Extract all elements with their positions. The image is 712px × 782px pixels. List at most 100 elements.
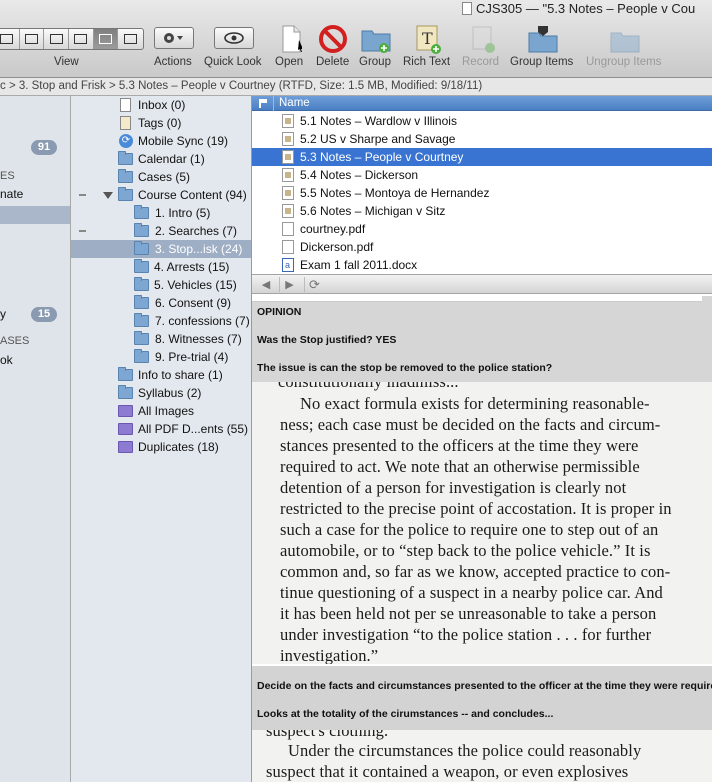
tree-item-label: 3. Stop...isk (24)	[155, 242, 243, 256]
folder-icon	[134, 241, 149, 255]
view-preview-button[interactable]	[118, 29, 143, 49]
rtfd-file-icon	[282, 132, 294, 146]
view-columns-button[interactable]	[44, 29, 70, 49]
tree-item-searches[interactable]: 2. Searches (7)	[71, 222, 251, 240]
sidebar-item[interactable]: nate	[0, 187, 23, 201]
file-row[interactable]: Exam 1 fall 2011.docx	[274, 256, 712, 274]
group-label: Group	[359, 56, 391, 68]
tree-item-duplicates[interactable]: Duplicates (18)	[71, 438, 251, 456]
open-button[interactable]	[271, 24, 311, 54]
tree-item-label: 5. Vehicles (15)	[154, 278, 237, 292]
view-split-button[interactable]	[69, 29, 94, 49]
toolbar: CJS305 — "5.3 Notes – People v Cou View …	[0, 0, 712, 78]
group-items-button[interactable]	[523, 24, 563, 54]
group-items-icon	[528, 26, 558, 53]
quicklook-button[interactable]	[214, 27, 254, 49]
ungroup-items-label: Ungroup Items	[586, 56, 662, 68]
back-button[interactable]: ◀	[256, 277, 276, 292]
file-row-selected[interactable]: 5.3 Notes – People v Courtney	[274, 148, 712, 166]
tag-icon	[120, 116, 131, 130]
file-row[interactable]: Dickerson.pdf	[274, 238, 712, 256]
tree-item-all-images[interactable]: All Images	[71, 402, 251, 420]
notes-band	[252, 666, 712, 732]
view-segmented-control[interactable]	[0, 28, 144, 50]
scan-text-line: automobile, or to “step back to the poli…	[280, 541, 651, 560]
rtfd-file-icon	[282, 150, 294, 164]
file-row[interactable]: 5.6 Notes – Michigan v Sitz	[274, 202, 712, 220]
tree-item-label: 2. Searches (7)	[155, 224, 238, 238]
view-three-pane-button[interactable]	[93, 29, 119, 49]
file-name: 5.4 Notes – Dickerson	[300, 168, 419, 182]
file-row[interactable]: 5.4 Notes – Dickerson	[274, 166, 712, 184]
record-button[interactable]	[462, 24, 502, 54]
sidebar-item[interactable]: ok	[0, 353, 13, 367]
file-row[interactable]: 5.2 US v Sharpe and Savage	[274, 130, 712, 148]
tree-item-syllabus[interactable]: Syllabus (2)	[71, 384, 251, 402]
name-column-header[interactable]: Name	[279, 96, 310, 110]
flag-column-header[interactable]	[252, 96, 274, 111]
tree-item-label: All Images	[138, 404, 195, 418]
richtext-button[interactable]: T	[407, 24, 447, 54]
tree-item-all-pdf-documents[interactable]: All PDF D...ents (55)	[71, 420, 251, 438]
tree-item-label: 9. Pre-trial (4)	[155, 350, 229, 364]
actions-button[interactable]	[154, 27, 194, 49]
scan-text-line: common and, so far as we know, accepted …	[280, 562, 671, 581]
disclosure-triangle-icon[interactable]	[103, 192, 113, 199]
delete-icon	[319, 25, 347, 53]
group-folder-icon	[361, 30, 391, 53]
sidebar-item[interactable]: y	[0, 307, 6, 321]
tree-item-calendar[interactable]: Calendar (1)	[71, 150, 251, 168]
scan-text-line: Under the circumstances the police could…	[288, 741, 642, 760]
smart-group-icon	[118, 405, 133, 417]
tree-item-witnesses[interactable]: 8. Witnesses (7)	[71, 330, 251, 348]
group-items-label: Group Items	[510, 56, 574, 68]
scan-text-line: suspect that it contained a weapon, or e…	[266, 762, 629, 781]
icon-view-icon	[0, 34, 14, 44]
tree-item-tags[interactable]: Tags (0)	[71, 114, 251, 132]
list-view-icon	[25, 34, 38, 44]
tree-item-mobile-sync[interactable]: ⟳ Mobile Sync (19)	[71, 132, 251, 150]
folder-icon	[118, 169, 133, 183]
reload-button[interactable]: ⟳	[304, 277, 324, 292]
rtfd-file-icon	[282, 186, 294, 200]
word-file-icon	[282, 258, 294, 272]
scanned-excerpt: constitutionally inadmiss... No exact fo…	[252, 382, 712, 664]
ungroup-items-button[interactable]	[605, 24, 645, 54]
file-row[interactable]: 5.5 Notes – Montoya de Hernandez	[274, 184, 712, 202]
group-button[interactable]	[356, 24, 396, 54]
reload-icon: ⟳	[309, 276, 320, 292]
folder-icon	[134, 349, 149, 363]
selected-row-gutter	[252, 148, 274, 166]
tree-item-vehicles[interactable]: 5. Vehicles (15)	[71, 276, 251, 294]
document-viewer[interactable]: OPINION Was the Stop justified? YES The …	[252, 294, 712, 782]
tree-item-pretrial[interactable]: 9. Pre-trial (4)	[71, 348, 251, 366]
tree-item-confessions[interactable]: 7. confessions (7)	[71, 312, 251, 330]
count-badge: 15	[31, 307, 57, 322]
scan-text-line: restricted to the precise point of accos…	[280, 499, 672, 518]
scan-text-line: investigation.”	[280, 646, 379, 664]
view-label: View	[54, 56, 79, 68]
tree-item-stop-and-frisk[interactable]: 3. Stop...isk (24)	[71, 240, 251, 258]
tree-item-info-to-share[interactable]: Info to share (1)	[71, 366, 251, 384]
file-name: Exam 1 fall 2011.docx	[300, 258, 418, 272]
tree-item-intro[interactable]: 1. Intro (5)	[71, 204, 251, 222]
file-name: 5.1 Notes – Wardlow v Illinois	[300, 114, 457, 128]
tree-item-inbox[interactable]: Inbox (0)	[71, 96, 251, 114]
tree-item-arrests[interactable]: 4. Arrests (15)	[71, 258, 251, 276]
file-name: 5.2 US v Sharpe and Savage	[300, 132, 456, 146]
view-icons-button[interactable]	[0, 29, 20, 49]
list-header: Name	[252, 96, 712, 111]
file-row[interactable]: 5.1 Notes – Wardlow v Illinois	[274, 112, 712, 130]
delete-button[interactable]	[313, 24, 353, 54]
tree-item-consent[interactable]: 6. Consent (9)	[71, 294, 251, 312]
file-row[interactable]: courtney.pdf	[274, 220, 712, 238]
view-list-button[interactable]	[20, 29, 45, 49]
inbox-icon	[120, 98, 131, 112]
tree-item-course-content[interactable]: Course Content (94)	[71, 186, 251, 204]
sidebar-item-selected[interactable]	[0, 206, 70, 224]
folder-icon	[134, 331, 149, 345]
forward-button[interactable]: ▶	[279, 277, 299, 292]
tree-item-cases[interactable]: Cases (5)	[71, 168, 251, 186]
pdf-file-icon	[282, 222, 294, 236]
scan-text-line: required to act. We note that an otherwi…	[280, 457, 640, 476]
